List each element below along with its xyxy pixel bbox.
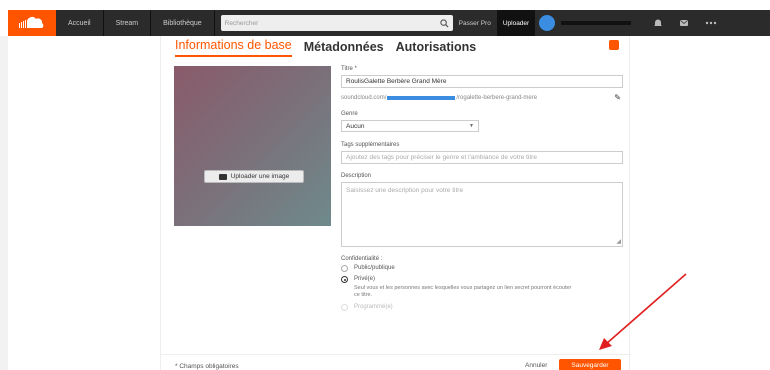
permalink-field[interactable]: soundcloud.com/ /rogalette-berbere-grand… — [341, 91, 623, 105]
privacy-scheduled-label: Programmé(e) — [354, 304, 393, 310]
go-pro-link[interactable]: Passer Pro — [453, 10, 497, 36]
soundcloud-logo-icon[interactable] — [8, 10, 56, 36]
title-label: Titre * — [341, 66, 357, 72]
top-navigation-bar: Accueil Stream Bibliothèque Rechercher P… — [8, 10, 770, 36]
cancel-button[interactable]: Annuler — [525, 362, 547, 369]
upload-image-label: Uploader une image — [230, 173, 290, 180]
search-placeholder: Rechercher — [224, 19, 259, 27]
privacy-option-scheduled: Programmé(e) — [341, 304, 623, 311]
description-placeholder: Saisissez une description pour votre tit… — [346, 187, 464, 194]
more-menu-icon[interactable] — [705, 18, 717, 28]
tab-metadata[interactable]: Métadonnées — [304, 40, 384, 57]
tags-label: Tags supplémentaires — [341, 142, 400, 148]
camera-icon — [218, 173, 227, 180]
privacy-public-label: Public/publique — [354, 265, 395, 271]
chevron-down-icon: ▼ — [469, 123, 474, 129]
nav-library[interactable]: Bibliothèque — [151, 10, 215, 36]
privacy-option-private[interactable]: Privé(e) — [341, 276, 623, 283]
search-icon[interactable] — [440, 18, 449, 28]
avatar[interactable] — [539, 15, 556, 31]
required-fields-note: * Champs obligatoires — [175, 363, 239, 370]
track-edit-panel: Informations de base Métadonnées Autoris… — [160, 36, 631, 370]
privacy-label: Confidentialité : — [341, 256, 383, 262]
permalink-redacted — [387, 96, 456, 100]
privacy-option-public[interactable]: Public/publique — [341, 265, 623, 272]
nav-home[interactable]: Accueil — [56, 10, 104, 36]
pencil-icon[interactable]: ✎ — [614, 93, 621, 102]
nav-stream[interactable]: Stream — [104, 10, 152, 36]
search-input[interactable]: Rechercher — [220, 15, 453, 31]
tags-field[interactable]: Ajoutez des tags pour préciser le genre … — [341, 151, 623, 164]
save-button[interactable]: Sauvegarder — [559, 359, 621, 370]
radio-scheduled — [341, 304, 348, 311]
messages-icon[interactable] — [679, 18, 689, 28]
genre-select[interactable]: Aucun ▼ — [341, 120, 479, 132]
privacy-private-helper: Seul vous et les personnes avec lesquell… — [354, 285, 572, 298]
resize-handle-icon[interactable]: ◢ — [616, 238, 621, 245]
track-form: Titre * RoulisGalette Berbère Grand Mère… — [341, 66, 623, 315]
username-redacted[interactable] — [561, 21, 632, 25]
description-label: Description — [341, 173, 372, 179]
tab-permissions[interactable]: Autorisations — [396, 40, 477, 57]
privacy-private-label: Privé(e) — [354, 276, 376, 282]
genre-value: Aucun — [346, 122, 365, 130]
tab-bar: Informations de base Métadonnées Autoris… — [175, 38, 488, 57]
description-field[interactable]: Saisissez une description pour votre tit… — [341, 182, 623, 247]
page-left-margin — [0, 36, 8, 370]
permalink-suffix: /rogalette-berbere-grand-mere — [456, 95, 538, 101]
upload-image-button[interactable]: Uploader une image — [204, 170, 304, 183]
title-field[interactable]: RoulisGalette Berbère Grand Mère — [341, 75, 623, 88]
genre-label: Genre — [341, 111, 358, 117]
notifications-bell-icon[interactable] — [653, 18, 663, 28]
radio-private[interactable] — [341, 276, 348, 283]
radio-public[interactable] — [341, 265, 348, 272]
permalink-prefix: soundcloud.com/ — [341, 95, 387, 101]
tab-notice-icon[interactable] — [609, 40, 619, 50]
upload-link[interactable]: Uploader — [496, 10, 536, 36]
track-artwork: Uploader une image — [174, 66, 331, 226]
form-footer: * Champs obligatoires Annuler Sauvegarde… — [161, 354, 631, 370]
tab-basic-info[interactable]: Informations de base — [175, 38, 292, 57]
